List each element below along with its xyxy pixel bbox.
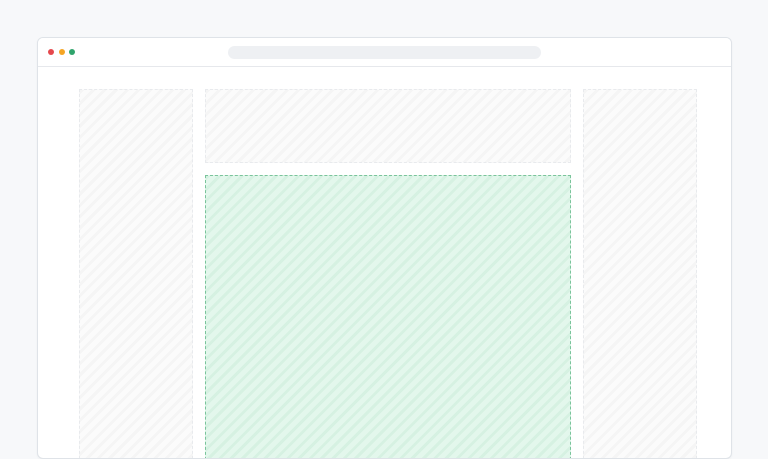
window-titlebar xyxy=(38,38,731,67)
maximize-window-icon[interactable] xyxy=(69,49,75,55)
main-content-highlighted xyxy=(205,175,571,458)
address-bar[interactable] xyxy=(228,46,541,59)
top-block-placeholder xyxy=(205,89,571,163)
right-sidebar-placeholder xyxy=(583,89,697,458)
left-sidebar-placeholder xyxy=(79,89,193,458)
browser-window xyxy=(37,37,732,459)
close-window-icon[interactable] xyxy=(48,49,54,55)
minimize-window-icon[interactable] xyxy=(59,49,65,55)
